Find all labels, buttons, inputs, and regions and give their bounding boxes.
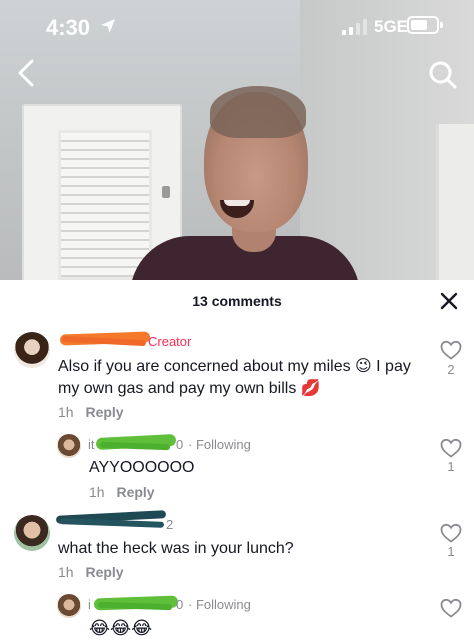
avatar[interactable] xyxy=(14,515,50,551)
avatar[interactable] xyxy=(57,434,81,458)
comment-text: AYYOOOOOO xyxy=(89,459,195,476)
like-button[interactable] xyxy=(440,598,462,618)
creator-badge: Creator xyxy=(148,334,192,349)
heart-icon xyxy=(440,438,462,458)
avatar[interactable] xyxy=(57,594,81,618)
chevron-left-icon[interactable] xyxy=(14,58,38,88)
username-fragment: 0 xyxy=(176,597,184,612)
like-button[interactable] xyxy=(440,523,462,543)
comments-count-title: 13 comments xyxy=(192,293,282,309)
reply-button[interactable]: Reply xyxy=(85,404,123,420)
comment-text: 😂😂😂 xyxy=(89,618,153,638)
heart-icon xyxy=(440,340,462,360)
like-button[interactable] xyxy=(440,340,462,360)
person-teeth xyxy=(224,200,250,206)
location-arrow-icon xyxy=(101,19,115,33)
avatar[interactable] xyxy=(14,332,50,368)
like-button[interactable] xyxy=(440,438,462,458)
heart-icon xyxy=(440,523,462,543)
comment-time: 1h xyxy=(89,484,105,500)
video-background xyxy=(0,0,474,280)
person-hair xyxy=(210,86,306,138)
like-count: 2 xyxy=(447,362,455,377)
network-type: 5GE xyxy=(374,17,409,36)
battery-icon xyxy=(407,16,443,34)
like-count: 1 xyxy=(447,544,455,559)
comment-time: 1h xyxy=(58,564,74,580)
comment-meta: 1h Reply xyxy=(58,404,124,420)
username-fragment: 2 xyxy=(166,517,174,532)
heart-icon xyxy=(440,598,462,618)
comment-meta: 1h Reply xyxy=(89,484,155,500)
comment-meta: 1h Reply xyxy=(58,564,124,580)
username-fragment: it xyxy=(88,437,95,452)
like-count: 1 xyxy=(447,459,455,474)
status-time: 4:30 xyxy=(46,15,91,40)
close-icon[interactable] xyxy=(440,292,458,310)
following-label: · Following xyxy=(188,437,251,452)
door-knob xyxy=(162,186,170,198)
door-shutter xyxy=(58,130,152,280)
signal-icon xyxy=(342,19,367,35)
following-label: · Following xyxy=(188,597,251,612)
comment-text: what the heck was in your lunch? xyxy=(58,540,294,557)
username-fragment: 0 xyxy=(176,437,184,452)
comment-text: Also if you are concerned about my miles… xyxy=(58,358,411,397)
reply-button[interactable]: Reply xyxy=(116,484,154,500)
reply-button[interactable]: Reply xyxy=(85,564,123,580)
username-fragment: i xyxy=(88,597,91,612)
search-icon[interactable] xyxy=(428,60,458,90)
comment-time: 1h xyxy=(58,404,74,420)
door-frame xyxy=(436,124,474,280)
